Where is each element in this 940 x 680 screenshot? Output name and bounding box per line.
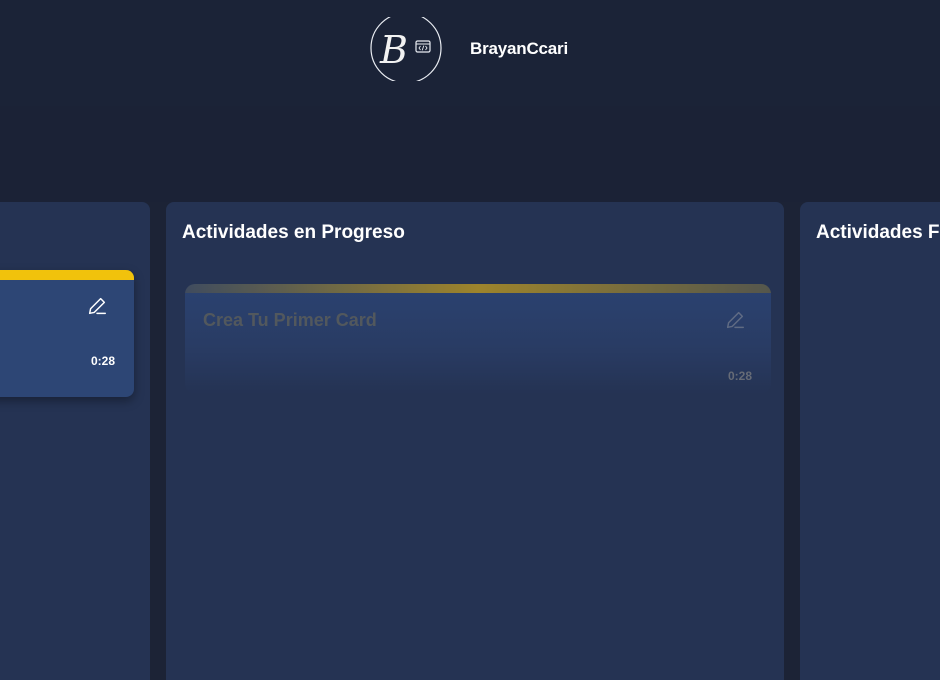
column-in-progress: Actividades en Progreso Crea Tu Primer C…: [166, 202, 784, 680]
column-done: Actividades F: [800, 202, 940, 680]
edit-icon[interactable]: [86, 295, 108, 317]
logo-letter: B: [379, 28, 408, 72]
column-todo: 0:28: [0, 202, 150, 680]
activity-card[interactable]: 0:28: [0, 270, 134, 397]
app-page: B BrayanCcari 0:28 Actividades en Progre…: [0, 0, 940, 680]
card-accent-bar: [185, 284, 771, 293]
card-accent-bar: [0, 270, 134, 280]
card-time: 0:28: [91, 354, 116, 368]
app-header: B BrayanCcari: [0, 0, 940, 106]
brand-logo[interactable]: B: [366, 17, 442, 81]
toolbar-area: [0, 106, 940, 202]
brand-name: BrayanCcari: [470, 39, 568, 58]
edit-icon[interactable]: [724, 309, 746, 331]
code-window-icon: [415, 40, 431, 53]
column-title: Actividades en Progreso: [182, 222, 405, 243]
card-title: Crea Tu Primer Card: [203, 310, 377, 330]
column-title: Actividades F: [816, 222, 940, 243]
dragging-card[interactable]: Crea Tu Primer Card 0:28: [185, 284, 771, 394]
card-time: 0:28: [728, 369, 753, 383]
